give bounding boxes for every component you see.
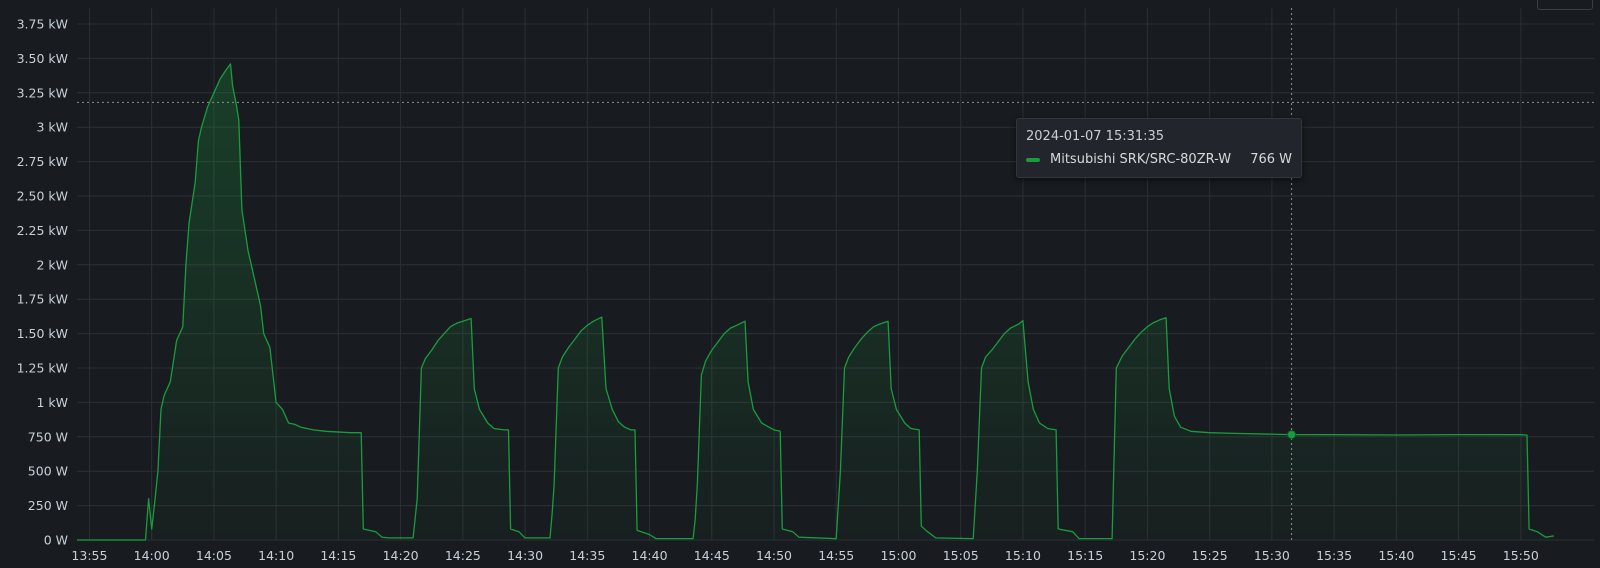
x-tick-label: 13:55 xyxy=(71,548,107,563)
x-tick-label: 14:25 xyxy=(445,548,481,563)
tooltip-series-name: Mitsubishi SRK/SRC-80ZR-W xyxy=(1050,152,1232,167)
tooltip-timestamp: 2024-01-07 15:31:35 xyxy=(1026,129,1165,144)
x-tick-label: 15:45 xyxy=(1441,548,1477,563)
y-tick-label: 1.50 kW xyxy=(17,326,68,341)
y-tick-label: 3 kW xyxy=(36,120,68,135)
x-tick-label: 15:10 xyxy=(1005,548,1041,563)
y-tick-label: 2.25 kW xyxy=(17,223,68,238)
y-tick-label: 500 W xyxy=(28,464,68,479)
tooltip-series-row: Mitsubishi SRK/SRC-80ZR-W 766 W xyxy=(1026,152,1292,168)
hover-tooltip: 2024-01-07 15:31:35 Mitsubishi SRK/SRC-8… xyxy=(1016,118,1302,178)
x-tick-label: 15:35 xyxy=(1316,548,1352,563)
x-tick-label: 14:10 xyxy=(258,548,294,563)
x-tick-label: 14:45 xyxy=(694,548,730,563)
y-tick-label: 250 W xyxy=(28,498,68,513)
x-tick-label: 14:15 xyxy=(320,548,356,563)
y-tick-label: 3.75 kW xyxy=(17,17,68,32)
power-chart[interactable]: 0 W 250 W 500 W 750 W 1 kW 1.25 kW 1.50 kW 1.75… xyxy=(0,0,1600,568)
series-color-swatch xyxy=(1026,158,1040,162)
y-tick-label: 2.50 kW xyxy=(17,189,68,204)
y-tick-label: 0 W xyxy=(44,533,68,548)
panel-corner-control[interactable] xyxy=(1537,0,1593,10)
x-tick-label: 15:25 xyxy=(1192,548,1228,563)
y-tick-label: 3.50 kW xyxy=(17,51,68,66)
x-tick-label: 15:05 xyxy=(943,548,979,563)
x-tick-label: 14:40 xyxy=(632,548,668,563)
x-tick-label: 14:55 xyxy=(818,548,854,563)
x-tick-label: 15:15 xyxy=(1067,548,1103,563)
x-tick-label: 14:35 xyxy=(569,548,605,563)
y-tick-label: 1.25 kW xyxy=(17,361,68,376)
x-tick-label: 15:30 xyxy=(1254,548,1290,563)
y-tick-label: 750 W xyxy=(28,429,68,444)
x-tick-label: 15:20 xyxy=(1129,548,1165,563)
series-area-fill xyxy=(77,63,1554,541)
y-tick-label: 3.25 kW xyxy=(17,85,68,100)
y-tick-label: 1.75 kW xyxy=(17,292,68,307)
x-tick-label: 14:30 xyxy=(507,548,543,563)
tooltip-series-value: 766 W xyxy=(1250,152,1292,167)
y-tick-label: 2 kW xyxy=(36,257,68,272)
x-tick-label: 14:50 xyxy=(756,548,792,563)
x-tick-label: 15:40 xyxy=(1378,548,1414,563)
y-tick-label: 1 kW xyxy=(36,395,68,410)
x-tick-label: 14:20 xyxy=(383,548,419,563)
y-tick-label: 2.75 kW xyxy=(17,154,68,169)
power-chart-panel[interactable]: 0 W 250 W 500 W 750 W 1 kW 1.25 kW 1.50 kW 1.75… xyxy=(0,0,1600,568)
x-tick-label: 15:50 xyxy=(1503,548,1539,563)
hover-point xyxy=(1287,430,1297,440)
x-tick-label: 14:05 xyxy=(196,548,232,563)
x-tick-label: 14:00 xyxy=(134,548,170,563)
x-tick-label: 15:00 xyxy=(880,548,916,563)
